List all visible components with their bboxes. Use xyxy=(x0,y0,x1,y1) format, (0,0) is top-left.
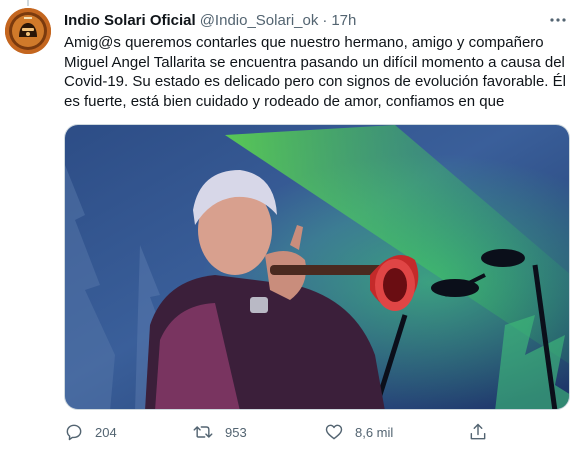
heart-icon xyxy=(325,424,343,440)
tweet-text: Amig@s queremos contarles que nuestro he… xyxy=(64,34,566,110)
reply-icon xyxy=(66,424,82,441)
retweet-count: 953 xyxy=(225,424,247,440)
share-button[interactable] xyxy=(468,422,488,442)
reply-button[interactable]: 204 xyxy=(64,422,117,442)
user-handle[interactable]: @Indio_Solari_ok xyxy=(200,12,319,29)
tweet-photo[interactable] xyxy=(64,124,570,410)
retweet-button[interactable]: 953 xyxy=(192,422,247,442)
like-button[interactable]: 8,6 mil xyxy=(324,422,393,442)
avatar-logo-icon xyxy=(5,8,51,54)
avatar[interactable] xyxy=(5,8,51,54)
tweet: Indio Solari Oficial @Indio_Solari_ok · … xyxy=(0,0,584,463)
reply-count: 204 xyxy=(95,424,117,440)
separator-dot: · xyxy=(322,11,328,29)
like-count: 8,6 mil xyxy=(355,424,394,440)
tweet-header: Indio Solari Oficial @Indio_Solari_ok · … xyxy=(64,9,544,31)
thread-line xyxy=(27,0,29,6)
tweet-actions: 204 953 8,6 mil xyxy=(58,420,498,444)
share-icon xyxy=(470,423,486,440)
more-dots-icon xyxy=(550,18,566,22)
display-name[interactable]: Indio Solari Oficial xyxy=(64,12,196,29)
more-options-button[interactable] xyxy=(546,8,570,32)
retweet-icon xyxy=(193,426,213,438)
photo-trumpet-player xyxy=(65,125,569,409)
timestamp[interactable]: 17h xyxy=(331,12,356,29)
